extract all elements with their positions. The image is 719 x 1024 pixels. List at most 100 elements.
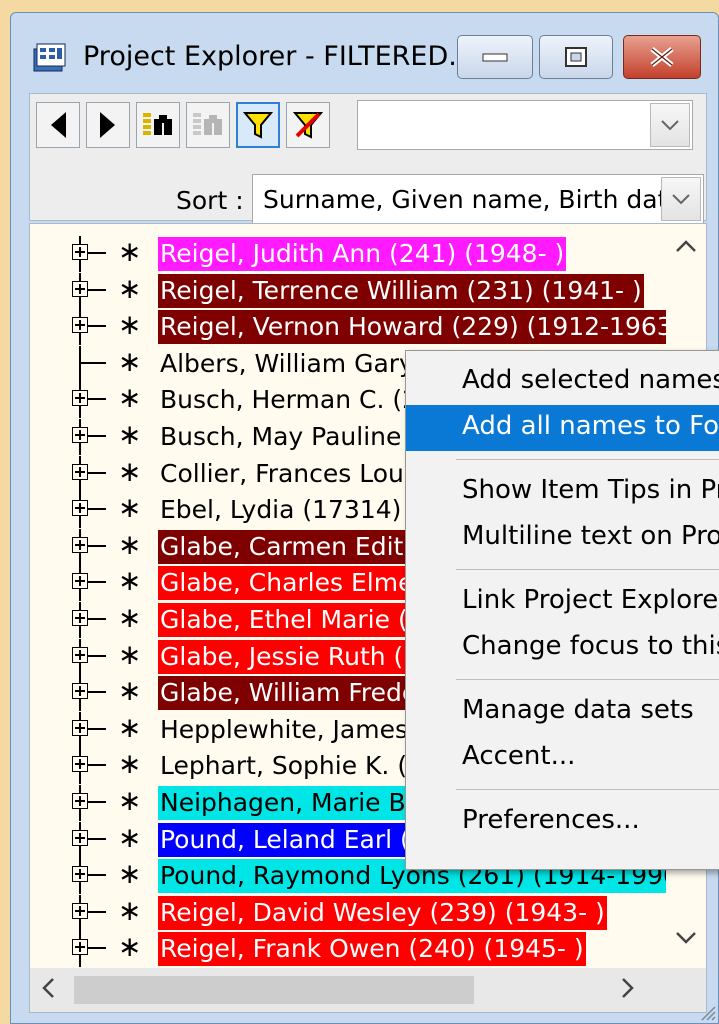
asterisk-icon: ∗ xyxy=(118,308,142,342)
sort-value: Surname, Given name, Birth date xyxy=(263,185,683,214)
tree-row-label[interactable]: Busch, Herman C. (2 xyxy=(158,383,420,417)
asterisk-icon: ∗ xyxy=(118,710,142,744)
expand-plus-icon[interactable] xyxy=(72,244,88,260)
sort-label: Sort : xyxy=(176,186,244,215)
tree-connector-line xyxy=(88,654,106,657)
expand-plus-icon[interactable] xyxy=(72,610,88,626)
tree-connector-line xyxy=(88,618,106,620)
tree-row-label[interactable]: Reigel, Judith Ann (241) (1948- ) xyxy=(158,237,567,271)
context-menu-item[interactable]: Add selected names xyxy=(406,359,719,405)
asterisk-icon: ∗ xyxy=(118,527,142,561)
expand-plus-icon[interactable] xyxy=(72,536,88,553)
expand-plus-icon[interactable] xyxy=(72,317,88,334)
chevron-down-icon xyxy=(661,120,679,131)
expand-plus-icon[interactable] xyxy=(72,646,88,663)
arrow-left-icon xyxy=(51,112,66,138)
clear-filter-button[interactable] xyxy=(286,102,330,148)
tree-row-label[interactable]: Collier, Frances Louis xyxy=(158,457,426,491)
tree-connector-line xyxy=(88,435,106,437)
expand-plus-icon[interactable] xyxy=(72,280,88,297)
sort-dropdown-button[interactable] xyxy=(661,177,701,221)
asterisk-icon: ∗ xyxy=(118,674,142,708)
resize-grip-icon[interactable] xyxy=(698,1003,716,1021)
expand-plus-icon[interactable] xyxy=(72,719,88,736)
expand-plus-icon[interactable] xyxy=(72,866,88,883)
tree-row[interactable]: ∗ Reigel, Frank Owen (240) (1945- ) xyxy=(30,930,670,968)
scroll-left-icon[interactable] xyxy=(40,976,56,1006)
context-menu-item[interactable]: Preferences... xyxy=(406,799,719,845)
context-menu-item[interactable]: Manage data sets xyxy=(406,689,719,735)
tree-row-label[interactable]: Glabe, Ethel Marie (7 xyxy=(158,603,426,637)
tree-row-label[interactable]: Glabe, Charles Elmer xyxy=(158,566,426,601)
tree-row-label[interactable]: Pound, Leland Earl (2 xyxy=(158,822,428,857)
tree-row-label[interactable]: Ebel, Lydia (17314) ( xyxy=(158,493,421,527)
arrow-right-icon xyxy=(100,112,115,138)
tree-row-label[interactable]: Reigel, Vernon Howard (229) (1912-1963 xyxy=(158,310,675,345)
chevron-down-icon xyxy=(672,194,690,205)
find-button[interactable] xyxy=(136,102,180,148)
close-button[interactable] xyxy=(623,35,701,79)
scroll-down-icon[interactable] xyxy=(674,924,698,952)
tree-row-label[interactable]: Glabe, Carmen Edith xyxy=(158,529,422,564)
expand-plus-icon[interactable] xyxy=(72,390,88,407)
tree-row-label[interactable]: Hepplewhite, James ( xyxy=(158,713,428,747)
tree-connector-line xyxy=(88,508,106,511)
scroll-right-icon[interactable] xyxy=(620,976,636,1006)
tree-connector-line xyxy=(88,471,106,474)
expand-plus-icon[interactable] xyxy=(72,683,88,700)
app-grid-icon[interactable] xyxy=(33,43,67,75)
tree-row-label[interactable]: Glabe, Jessie Ruth (2 xyxy=(158,639,422,674)
menu-separator xyxy=(456,459,719,460)
tree-row-label[interactable]: Reigel, David Wesley (239) (1943- ) xyxy=(158,895,607,930)
tree-row-label[interactable]: Glabe, William Freder xyxy=(158,676,430,711)
title-bar[interactable]: Project Explorer - FILTERED... xyxy=(11,13,718,93)
tree-connector-line xyxy=(88,252,106,254)
back-button[interactable] xyxy=(36,102,80,148)
search-combo[interactable] xyxy=(357,100,693,150)
expand-plus-icon[interactable] xyxy=(72,756,88,773)
tree-row[interactable]: ∗ Reigel, Terrence William (231) (1941- ) xyxy=(30,272,670,309)
tree-connector-line xyxy=(88,691,106,694)
tree-row[interactable]: ∗ Reigel, Vernon Howard (229) (1912-1963 xyxy=(30,308,675,346)
sort-select[interactable]: Surname, Given name, Birth date xyxy=(252,174,704,224)
expand-plus-icon[interactable] xyxy=(72,793,88,809)
tree-row-label[interactable]: Reigel, Terrence William (231) (1941- ) xyxy=(158,273,644,308)
tree-connector-line xyxy=(80,361,106,364)
context-menu-item[interactable]: Change focus to this xyxy=(406,625,719,671)
scroll-up-icon[interactable] xyxy=(674,232,698,260)
forward-button[interactable] xyxy=(86,102,130,148)
asterisk-icon: ∗ xyxy=(118,820,142,854)
find-disabled-button[interactable] xyxy=(186,102,230,148)
context-menu-item[interactable]: Accent... xyxy=(406,735,719,781)
context-menu-item[interactable]: Show Item Tips in Pr xyxy=(406,469,719,515)
tree-row-label[interactable]: Lephart, Sophie K. (2 xyxy=(158,749,425,783)
tree-connector-line xyxy=(79,345,81,382)
tree-row-label[interactable]: Albers, William Gary ( xyxy=(158,347,434,381)
context-menu: Add selected names Add all names to Fo Sho… xyxy=(405,350,719,870)
context-menu-item[interactable]: Add all names to Fo xyxy=(406,405,719,451)
expand-plus-icon[interactable] xyxy=(72,427,88,443)
horizontal-scroll-thumb[interactable] xyxy=(74,976,474,1004)
tree-row[interactable]: ∗ Reigel, David Wesley (239) (1943- ) xyxy=(30,894,670,931)
context-menu-item[interactable]: Multiline text on Pro xyxy=(406,515,719,561)
tree-connector-line xyxy=(88,544,106,547)
asterisk-icon: ∗ xyxy=(118,564,142,598)
search-dropdown-button[interactable] xyxy=(650,103,690,147)
tree-row-label[interactable]: Reigel, Frank Owen (240) (1945- ) xyxy=(158,932,586,967)
tree-row-label[interactable]: Neiphagen, Marie Bel xyxy=(158,786,430,820)
filter-button[interactable] xyxy=(236,102,280,148)
context-menu-item[interactable]: Link Project Explorer xyxy=(406,579,719,625)
context-menu-item-label: Preferences... xyxy=(462,805,640,835)
expand-plus-icon[interactable] xyxy=(72,500,88,517)
minimize-button[interactable] xyxy=(457,35,533,79)
tree-connector-line xyxy=(88,801,106,803)
horizontal-scrollbar[interactable] xyxy=(30,968,706,1012)
expand-plus-icon[interactable] xyxy=(72,902,88,919)
expand-plus-icon[interactable] xyxy=(72,463,88,480)
tree-row-label[interactable]: Busch, May Pauline ( xyxy=(158,420,421,454)
maximize-button[interactable] xyxy=(539,35,613,79)
tree-row[interactable]: ∗ Reigel, Judith Ann (241) (1948- ) xyxy=(30,235,670,272)
expand-plus-icon[interactable] xyxy=(72,939,88,956)
expand-plus-icon[interactable] xyxy=(72,829,88,846)
expand-plus-icon[interactable] xyxy=(72,573,88,590)
